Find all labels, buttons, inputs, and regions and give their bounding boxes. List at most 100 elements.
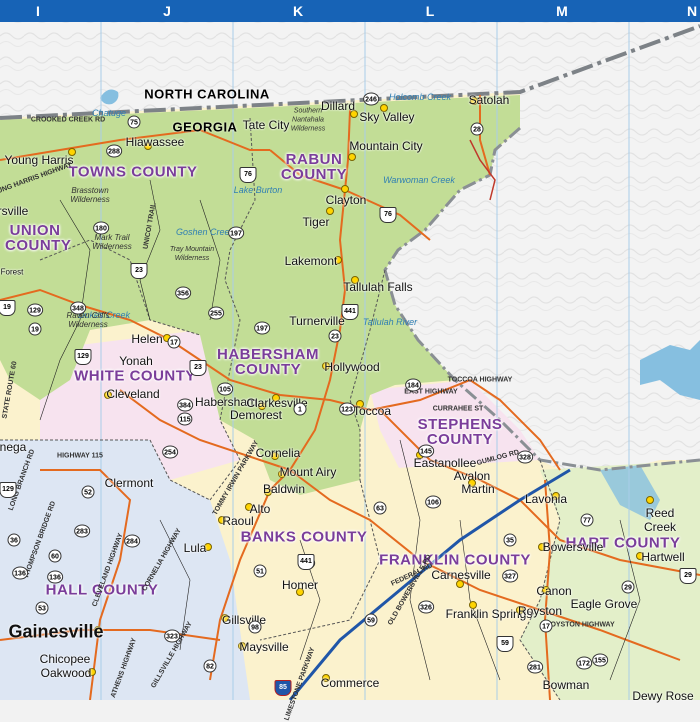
state-route-shield-icon: 23 (328, 329, 342, 343)
grid-column-label: M (556, 3, 568, 19)
state-route-shield-icon: 51 (253, 564, 267, 578)
city-label[interactable]: Mountain City (349, 139, 422, 153)
grid-column-bar (0, 0, 700, 22)
county-label[interactable]: WHITE COUNTY (74, 369, 196, 384)
city-label[interactable]: Toccoa (353, 404, 391, 418)
city-label[interactable]: Mount Airy (280, 465, 337, 479)
water-label: Lake Burton (233, 185, 283, 195)
state-route-shield-icon: 1 (293, 402, 307, 416)
us-highway-shield-icon: 59 (496, 636, 514, 652)
city-label[interactable]: Maysville (239, 640, 288, 654)
state-route-shield-icon: 52 (81, 485, 95, 499)
city-label[interactable]: Hiawassee (126, 135, 185, 149)
county-label[interactable]: FRANKLIN COUNTY (379, 553, 531, 568)
city-label[interactable]: Eastanollee (414, 456, 477, 470)
county-label[interactable]: HABERSHAM COUNTY (213, 347, 323, 377)
city-label[interactable]: Commerce (321, 676, 380, 690)
state-route-shield-icon: 98 (248, 620, 262, 634)
state-route-shield-icon: 59 (364, 613, 378, 627)
county-label[interactable]: TOWNS COUNTY (68, 165, 197, 180)
wilderness-label: Brasstown Wilderness (70, 186, 110, 204)
state-route-shield-icon: 29 (621, 580, 635, 594)
city-label[interactable]: Lakemont (285, 254, 338, 268)
city-label[interactable]: Clayton (326, 193, 367, 207)
city-label[interactable]: Forest (1, 268, 24, 277)
road-label: ROYSTON HIGHWAY (545, 621, 615, 629)
state-route-shield-icon: 323 (164, 629, 180, 643)
city-label[interactable]: Clermont (105, 476, 154, 490)
us-highway-shield-icon: 441 (341, 304, 359, 320)
state-route-shield-icon: 82 (203, 659, 217, 673)
wilderness-label: Raven Cliffs Wilderness (66, 311, 110, 329)
city-label[interactable]: Martin (461, 482, 494, 496)
city-label[interactable]: Homer (282, 578, 318, 592)
city-label[interactable]: rsville (0, 204, 28, 218)
city-dot-icon (646, 496, 654, 504)
state-route-shield-icon: 328 (517, 450, 533, 464)
state-route-shield-icon: 348 (70, 301, 86, 315)
city-label[interactable]: Eagle Grove (571, 597, 638, 611)
city-label[interactable]: Chicopee (40, 652, 91, 666)
road-label: CURRAHEE ST (432, 405, 484, 413)
state-route-shield-icon: 106 (425, 495, 441, 509)
us-highway-shield-icon: 129 (0, 482, 17, 498)
state-route-shield-icon: 19 (28, 322, 42, 336)
road-label: TOCCOA HIGHWAY (447, 376, 513, 384)
state-route-shield-icon: 123 (339, 402, 355, 416)
city-label[interactable]: Royston (518, 604, 562, 618)
city-label[interactable]: Helen (131, 332, 162, 346)
state-route-shield-icon: 255 (208, 306, 224, 320)
city-label[interactable]: Carnesville (431, 568, 490, 582)
city-label[interactable]: Dewy Rose (632, 689, 693, 703)
road-label: HIGHWAY 115 (57, 452, 103, 460)
state-route-shield-icon: 197 (254, 321, 270, 335)
state-route-shield-icon: 155 (592, 653, 608, 667)
state-route-shield-icon: 75 (127, 115, 141, 129)
state-route-shield-icon: 36 (7, 533, 21, 547)
city-label[interactable]: Hollywood (324, 360, 379, 374)
grid-column-label: J (163, 3, 171, 19)
city-label[interactable]: Canon (536, 584, 571, 598)
county-label[interactable]: BANKS COUNTY (241, 530, 368, 545)
state-label: NORTH CAROLINA (144, 86, 270, 102)
city-label[interactable]: Tallulah Falls (343, 280, 412, 294)
city-label[interactable]: Reed Creek (640, 506, 680, 534)
county-label[interactable]: UNION COUNTY (5, 223, 71, 253)
state-route-shield-icon: 326 (418, 600, 434, 614)
us-highway-shield-icon: 441 (297, 554, 315, 570)
city-label[interactable]: Hartwell (641, 550, 684, 564)
city-label[interactable]: Bowman (543, 678, 590, 692)
city-label[interactable]: Raoul (222, 514, 253, 528)
city-label[interactable]: Lula (184, 541, 207, 555)
state-route-shield-icon: 17 (167, 335, 181, 349)
city-label[interactable]: Bowersville (543, 540, 604, 554)
state-route-shield-icon: 28 (470, 122, 484, 136)
wilderness-label: Mark Trail Wilderness (92, 233, 132, 251)
city-label[interactable]: Cornelia (256, 446, 301, 460)
us-highway-shield-icon: 76 (239, 167, 257, 183)
city-label[interactable]: Gainesville (8, 622, 103, 643)
us-highway-shield-icon: 129 (74, 349, 92, 365)
state-route-shield-icon: 77 (580, 513, 594, 527)
state-route-shield-icon: 283 (74, 524, 90, 538)
state-route-shield-icon: 184 (405, 378, 421, 392)
city-label[interactable]: nega (0, 440, 26, 454)
city-label[interactable]: Cleveland (106, 387, 159, 401)
state-route-shield-icon: 246 (363, 92, 379, 106)
city-dot-icon (326, 207, 334, 215)
city-label[interactable]: Tiger (303, 215, 330, 229)
city-label[interactable]: Demorest (230, 408, 282, 422)
city-label[interactable]: Baldwin (263, 482, 305, 496)
city-label[interactable]: Lavonia (525, 492, 567, 506)
state-route-shield-icon: 17 (539, 619, 553, 633)
county-label[interactable]: STEPHENS COUNTY (410, 417, 510, 447)
grid-column-label: K (292, 3, 304, 19)
city-label[interactable]: Satolah (469, 93, 510, 107)
city-label[interactable]: Oakwood (41, 666, 92, 680)
city-label[interactable]: Turnerville (289, 314, 345, 328)
state-route-shield-icon: 384 (177, 398, 193, 412)
city-label[interactable]: Sky Valley (359, 110, 414, 124)
county-label[interactable]: RABUN COUNTY (274, 152, 354, 182)
city-label[interactable]: Yonah (119, 354, 153, 368)
us-highway-shield-icon: 23 (189, 360, 207, 376)
